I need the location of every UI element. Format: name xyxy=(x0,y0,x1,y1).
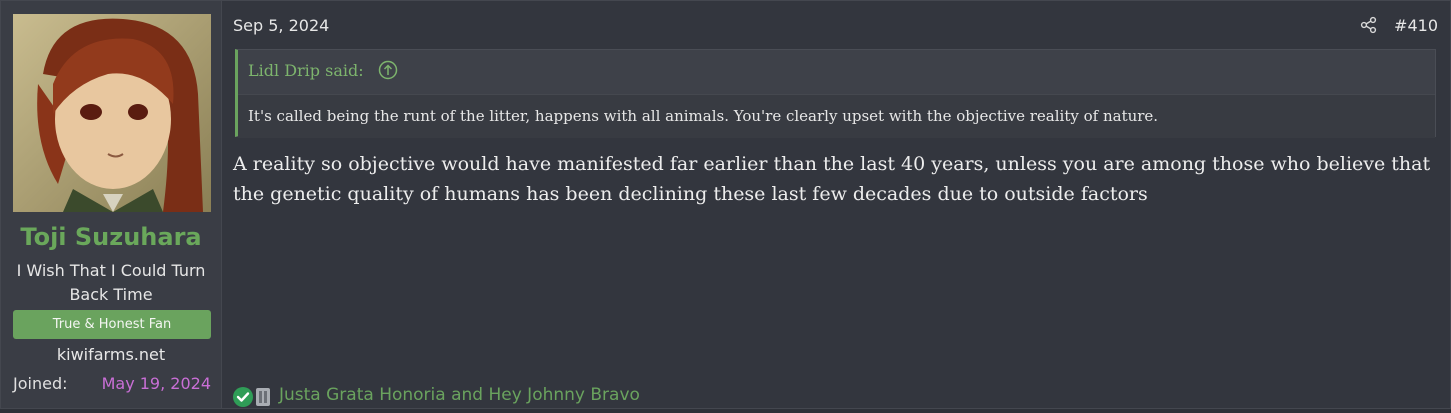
avatar[interactable] xyxy=(13,14,211,212)
post-date[interactable]: Sep 5, 2024 xyxy=(233,16,329,35)
user-site: kiwifarms.net xyxy=(56,345,166,364)
user-info-panel: Toji Suzuhara I Wish That I Could Turn B… xyxy=(1,1,222,408)
check-reaction-icon[interactable] xyxy=(232,386,254,408)
share-icon[interactable] xyxy=(1360,16,1378,34)
post-number[interactable]: #410 xyxy=(1394,16,1438,35)
post-body: A reality so objective would have manife… xyxy=(233,153,1431,205)
post-container: Toji Suzuhara I Wish That I Could Turn B… xyxy=(0,0,1451,409)
arrow-up-circle-icon[interactable] xyxy=(378,60,398,80)
joined-label: Joined: xyxy=(13,374,68,393)
quote-text: It's called being the runt of the litter… xyxy=(248,107,1159,125)
user-title: I Wish That I Could Turn Back Time xyxy=(16,261,206,304)
quote-content: It's called being the runt of the litter… xyxy=(238,94,1435,138)
grey-reaction-icon[interactable] xyxy=(253,386,273,408)
quote-author[interactable]: Lidl Drip said: xyxy=(248,61,364,80)
joined-date: May 19, 2024 xyxy=(101,374,211,393)
user-banner: True & Honest Fan xyxy=(13,310,211,339)
reaction-users[interactable]: Justa Grata Honoria and Hey Johnny Bravo xyxy=(279,385,640,405)
username[interactable]: Toji Suzuhara xyxy=(1,223,221,251)
quote-block: Lidl Drip said: It's called being the ru… xyxy=(235,49,1436,138)
